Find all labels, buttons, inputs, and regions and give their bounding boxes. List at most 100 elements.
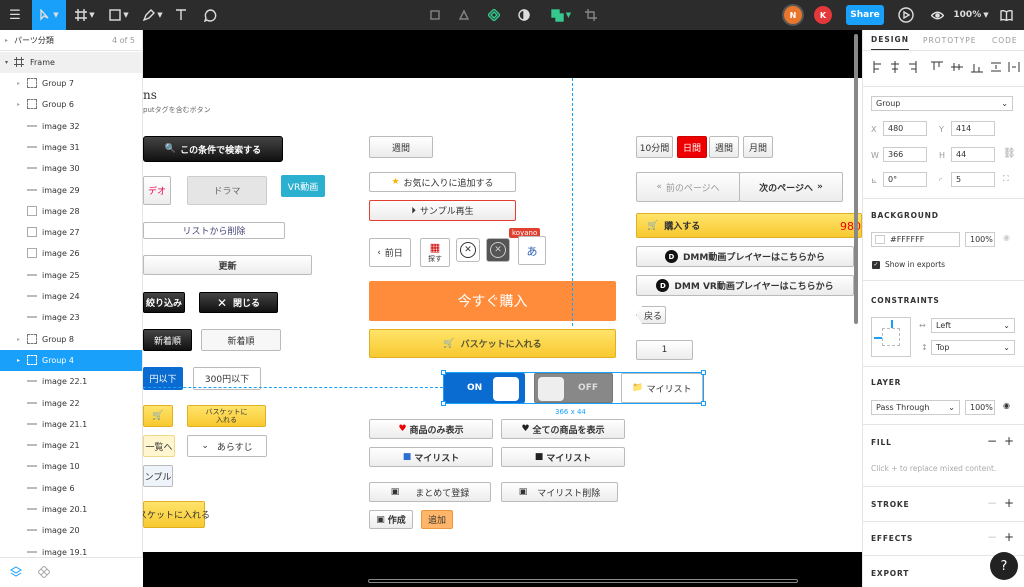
layer-item[interactable]: ▸ Group 6 [0,94,142,115]
crop-icon[interactable] [582,0,600,30]
independent-corners-icon[interactable]: ⛶ [1003,174,1009,184]
to-list-button[interactable]: 一覧へ [143,435,175,457]
dmm-player-button[interactable]: D DMM動画プレイヤーはこちらから [636,246,854,267]
clear-dark-button[interactable]: ✕ [486,238,510,262]
prev-page-button[interactable]: «前のページへ [636,172,740,202]
layer-item[interactable]: image 31 [0,137,142,158]
synopsis-button[interactable]: ⌄ あらすじ [187,435,267,457]
previous-day-button[interactable]: ‹ 前日 [369,238,411,267]
tab-design[interactable]: DESIGN [871,30,909,50]
show-exports-checkbox[interactable]: ✓ [872,261,880,269]
add-to-basket-button-partial[interactable]: スケットに入れる [143,501,210,528]
mylist-blue-button[interactable]: ■ マイリスト [369,447,493,467]
artboard-frame[interactable]: ns putタグを含むボタン 🔍 この条件で検索する デオ ドラマ VR動画 リス… [143,78,862,552]
page-number-button[interactable]: 1 [636,340,693,360]
sort-newest-selected-button[interactable]: 新着順 [143,329,192,351]
tab-monthly[interactable]: 月間 [743,136,773,158]
x-field[interactable]: 480 [883,121,927,136]
layer-item[interactable]: image 21 [0,435,142,456]
constrain-proportions-icon[interactable]: ⛓ [1003,148,1016,159]
search-condition-button[interactable]: 🔍 この条件で検索する [143,136,283,162]
y-field[interactable]: 414 [951,121,995,136]
remove-from-list-button[interactable]: リストから削除 [143,222,285,239]
minus-icon[interactable]: − [987,530,997,544]
eye-icon[interactable]: ◉ [1003,233,1010,242]
basket-icon-button[interactable]: 🛒 [143,405,173,427]
zoom-select[interactable]: 100% ▼ [953,0,988,30]
menu-icon[interactable]: ☰ [4,0,26,30]
weekly-button[interactable]: 週間 [369,136,433,158]
avatar[interactable]: N [784,6,802,24]
mylist-button[interactable]: 📁 マイリスト [621,373,703,403]
corner-radius-field[interactable]: 5 [951,172,995,187]
layer-opacity-field[interactable]: 100% [965,400,995,415]
text-tool-button[interactable] [172,0,190,30]
help-button[interactable]: ? [990,552,1018,580]
add-button[interactable]: 追加 [421,510,453,529]
calendar-search-button[interactable]: ▦ 探す [420,238,450,267]
dmm-vr-player-button[interactable]: D DMM VR動画プレイヤーはこちらから [636,275,854,296]
comment-tool-button[interactable] [200,0,220,30]
layer-item[interactable]: ▸ Group 4 [0,349,142,371]
layer-item[interactable]: image 24 [0,286,142,307]
clear-button[interactable]: ✕ [456,238,480,262]
layer-item[interactable]: image 28 [0,201,142,222]
tab-code[interactable]: CODE [992,30,1018,50]
sort-newest-button[interactable]: 新着順 [201,329,281,351]
shape-tool-button[interactable]: ▼ [104,0,134,30]
bg-opacity-field[interactable]: 100% [965,232,995,247]
show-all-items-button[interactable]: ♥ 全ての商品を表示 [501,419,625,439]
layer-item[interactable]: image 32 [0,116,142,137]
add-to-basket-small-button[interactable]: バスケットに 入れる [187,405,266,427]
layer-item[interactable]: image 6 [0,478,142,499]
plus-icon[interactable]: + [1004,496,1014,510]
tab-prototype[interactable]: PROTOTYPE [923,30,977,50]
layer-item[interactable]: image 22.1 [0,371,142,392]
plus-icon[interactable]: + [1004,530,1014,544]
video-button[interactable]: デオ [143,176,171,205]
canvas[interactable]: ns putタグを含むボタン 🔍 この条件で検索する デオ ドラマ VR動画 リス… [143,30,862,587]
page-selector[interactable]: ▸ パーツ分類 4 of 5 [0,30,142,50]
layer-item[interactable]: image 23 [0,307,142,328]
drama-button[interactable]: ドラマ [187,176,267,205]
layer-item[interactable]: image 10 [0,456,142,477]
layers-icon[interactable] [10,566,22,578]
layer-item[interactable]: ▸ Group 7 [0,73,142,94]
bg-color-field[interactable]: #FFFFFF [871,232,960,247]
width-field[interactable]: 366 [883,147,927,162]
layer-item[interactable]: ▸ Group 8 [0,329,142,350]
purchase-button[interactable]: 🛒 購入する [636,213,862,238]
horizontal-scrollbar[interactable] [368,579,798,583]
avatar[interactable]: K [814,6,832,24]
library-icon[interactable] [996,0,1016,30]
tab-10min[interactable]: 10分間 [636,136,673,158]
blend-mode-select[interactable]: Pass Through ⌄ [871,400,960,415]
eye-icon[interactable]: ◉ [1003,401,1010,410]
layer-item[interactable]: image 20 [0,520,142,541]
update-button[interactable]: 更新 [143,255,312,275]
move-tool-button[interactable]: ▼ [32,0,66,30]
align-toolbar[interactable] [873,61,1021,73]
narrow-down-button[interactable]: 絞り込み [143,292,185,313]
components-icon[interactable] [38,566,50,578]
boolean-button[interactable]: ▼ [545,0,577,30]
layer-item[interactable]: image 25 [0,265,142,286]
layer-item[interactable]: image 20.1 [0,499,142,520]
layer-item[interactable]: image 29 [0,180,142,201]
sample-play-button[interactable]: ⏵ サンプル再生 [369,200,516,221]
buy-now-button[interactable]: 今すぐ購入 [369,281,616,321]
horizontal-constraint-select[interactable]: Left ⌄ [931,318,1015,333]
back-button[interactable]: 戻る [636,306,666,324]
create-button[interactable]: ▣ 作成 [369,510,413,529]
mylist-dark-button[interactable]: ■ マイリスト [501,447,625,467]
layer-item[interactable]: image 21.1 [0,414,142,435]
present-button[interactable] [895,0,917,30]
share-button[interactable]: Share [846,5,884,25]
layer-item[interactable]: image 30 [0,158,142,179]
layer-item[interactable]: image 27 [0,222,142,243]
add-to-basket-button[interactable]: 🛒 バスケットに入れる [369,329,616,358]
toggle-on[interactable]: ON [444,373,525,403]
delete-mylist-button[interactable]: ▣ マイリスト削除 [501,482,618,502]
component-icon[interactable] [426,0,444,30]
constraint-widget[interactable] [871,317,911,357]
